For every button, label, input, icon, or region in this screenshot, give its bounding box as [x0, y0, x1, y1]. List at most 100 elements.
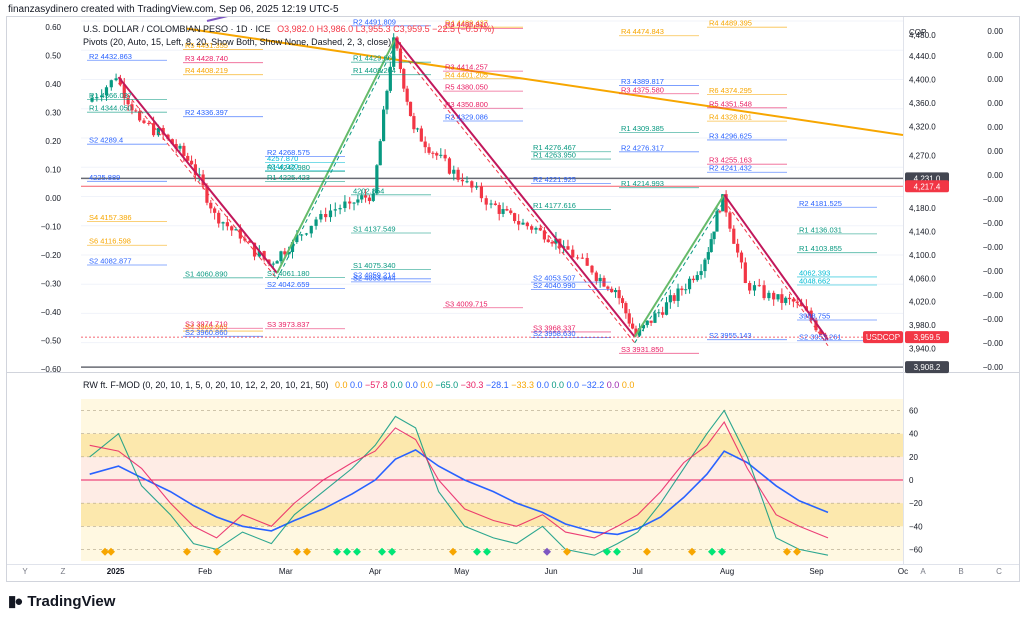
pivot-label: R1 4408.204: [353, 66, 396, 75]
pivot-label: 3988.755: [799, 312, 830, 321]
bottom-button-z[interactable]: Z: [61, 567, 66, 576]
candle-body: [546, 239, 550, 243]
candle: [319, 210, 323, 223]
pivot-label: R1 4225.423: [267, 173, 310, 182]
candle: [684, 283, 688, 295]
candle-body: [497, 204, 501, 214]
candle-body: [649, 320, 653, 323]
candle-body: [534, 227, 538, 230]
bottom-button-y[interactable]: Y: [22, 567, 28, 576]
candle-body: [657, 312, 661, 314]
oscillator-title: RW ft. F-MOD (0, 20, 10, 1, 5, 0, 20, 10…: [83, 380, 329, 390]
pivot-label: R4 4401.205: [445, 70, 488, 79]
oscillator-value: −30.3: [460, 380, 486, 390]
candle-body: [606, 286, 610, 289]
candle-body: [709, 239, 713, 253]
candle: [378, 138, 382, 166]
price-axis-tick: 4,270.0: [909, 152, 936, 161]
pivots-legend[interactable]: Pivots (20, Auto, 15, Left, 8, 20, Show …: [83, 37, 391, 47]
candle: [631, 317, 635, 330]
oscillator-value: −57.8: [365, 380, 391, 390]
price-axis-tick: 4,180.0: [909, 204, 936, 213]
symbol-legend[interactable]: U.S. DOLLAR / COLOMBIAN PESO · 1D · ICE …: [83, 24, 494, 34]
candle-body: [590, 265, 594, 273]
candle-body: [661, 312, 665, 315]
candle: [189, 155, 194, 166]
bottom-button-a[interactable]: A: [920, 567, 926, 576]
ohlc-values: O3,982.0 H3,986.0 L3,955.3 C3,959.5 −22.…: [277, 24, 495, 34]
chart-credit: finanzasydinero created with TradingView…: [8, 4, 339, 15]
right-outer-tick: −0.00: [983, 243, 1004, 252]
candle: [784, 296, 788, 306]
pivot-label: S2 4042.659: [267, 280, 310, 289]
oscillator-value: 0.0: [551, 380, 567, 390]
candle: [447, 156, 452, 175]
candle-body: [479, 186, 484, 199]
candle: [501, 202, 505, 218]
candle: [680, 285, 684, 296]
candle: [550, 239, 554, 247]
right-outer-tick: 0.00: [987, 27, 1003, 36]
candle-body: [360, 195, 364, 200]
candle: [590, 264, 594, 275]
chart-svg[interactable]: R2 4432.863 R1 4366.037 R1 4344.050 S2 4289…: [7, 0, 1019, 581]
bottom-button-b[interactable]: B: [958, 567, 963, 576]
candle-body: [378, 141, 382, 166]
left-axis-tick: −0.10: [41, 223, 62, 232]
candle-body: [221, 222, 225, 224]
candle-body: [680, 288, 684, 291]
candle-body: [213, 208, 217, 213]
osc-axis-tick: 0: [909, 476, 914, 485]
candle: [517, 214, 521, 231]
left-axis-tick: −0.60: [41, 365, 62, 374]
candle-body: [772, 292, 776, 300]
candle: [419, 125, 423, 142]
price-axis-tick: 4,020.0: [909, 298, 936, 307]
left-axis-tick: 0.20: [45, 137, 61, 146]
candle: [566, 239, 570, 250]
right-outer-tick: −0.00: [983, 315, 1004, 324]
candle: [275, 260, 279, 264]
candle-body: [348, 201, 352, 204]
candle-body: [408, 101, 413, 117]
pivot-label: S4 4157.386: [89, 213, 132, 222]
candle-body: [182, 145, 186, 156]
pivot-label: R1 4344.050: [89, 104, 132, 113]
candle: [465, 176, 469, 184]
candle: [512, 212, 517, 224]
pivot-label: S2 4082.877: [89, 256, 132, 265]
zigzag-segment: [394, 37, 636, 338]
pivot-label: R4 4328.801: [709, 113, 752, 122]
pivot-label: R2 4181.525: [799, 199, 842, 208]
candle: [748, 280, 752, 295]
candle-body: [505, 208, 509, 211]
left-axis-tick: 0.10: [45, 166, 61, 175]
candle-body: [356, 199, 360, 203]
oscillator-value: 0.0: [334, 380, 350, 390]
candle: [435, 151, 439, 160]
left-axis-tick: 0.40: [45, 80, 61, 89]
candle-body: [300, 234, 304, 236]
candle-body: [243, 238, 247, 241]
month-label: Jun: [545, 567, 558, 576]
candle-body: [431, 152, 435, 154]
price-axis-tick: 3,980.0: [909, 321, 936, 330]
left-axis-tick: 0.50: [45, 52, 61, 61]
symbol-title: U.S. DOLLAR / COLOMBIAN PESO · 1D · ICE: [83, 24, 271, 34]
osc-axis-tick: −60: [909, 545, 923, 554]
candle-body: [718, 211, 722, 213]
oscillator-legend[interactable]: RW ft. F-MOD (0, 20, 10, 1, 5, 0, 20, 10…: [83, 380, 634, 390]
month-label: Apr: [369, 567, 382, 576]
right-outer-tick: 0.00: [987, 75, 1003, 84]
candle: [613, 287, 618, 298]
candle: [497, 202, 501, 221]
candle: [624, 301, 628, 319]
left-axis-tick: −0.30: [41, 280, 62, 289]
candle: [352, 202, 356, 211]
candle-body: [509, 210, 513, 214]
zigzag-segment: [117, 76, 278, 274]
pivot-label: R1 4429.600: [353, 54, 396, 63]
right-outer-tick: −0.00: [983, 363, 1004, 372]
bottom-button-c[interactable]: C: [996, 567, 1002, 576]
candle-body: [613, 290, 618, 293]
